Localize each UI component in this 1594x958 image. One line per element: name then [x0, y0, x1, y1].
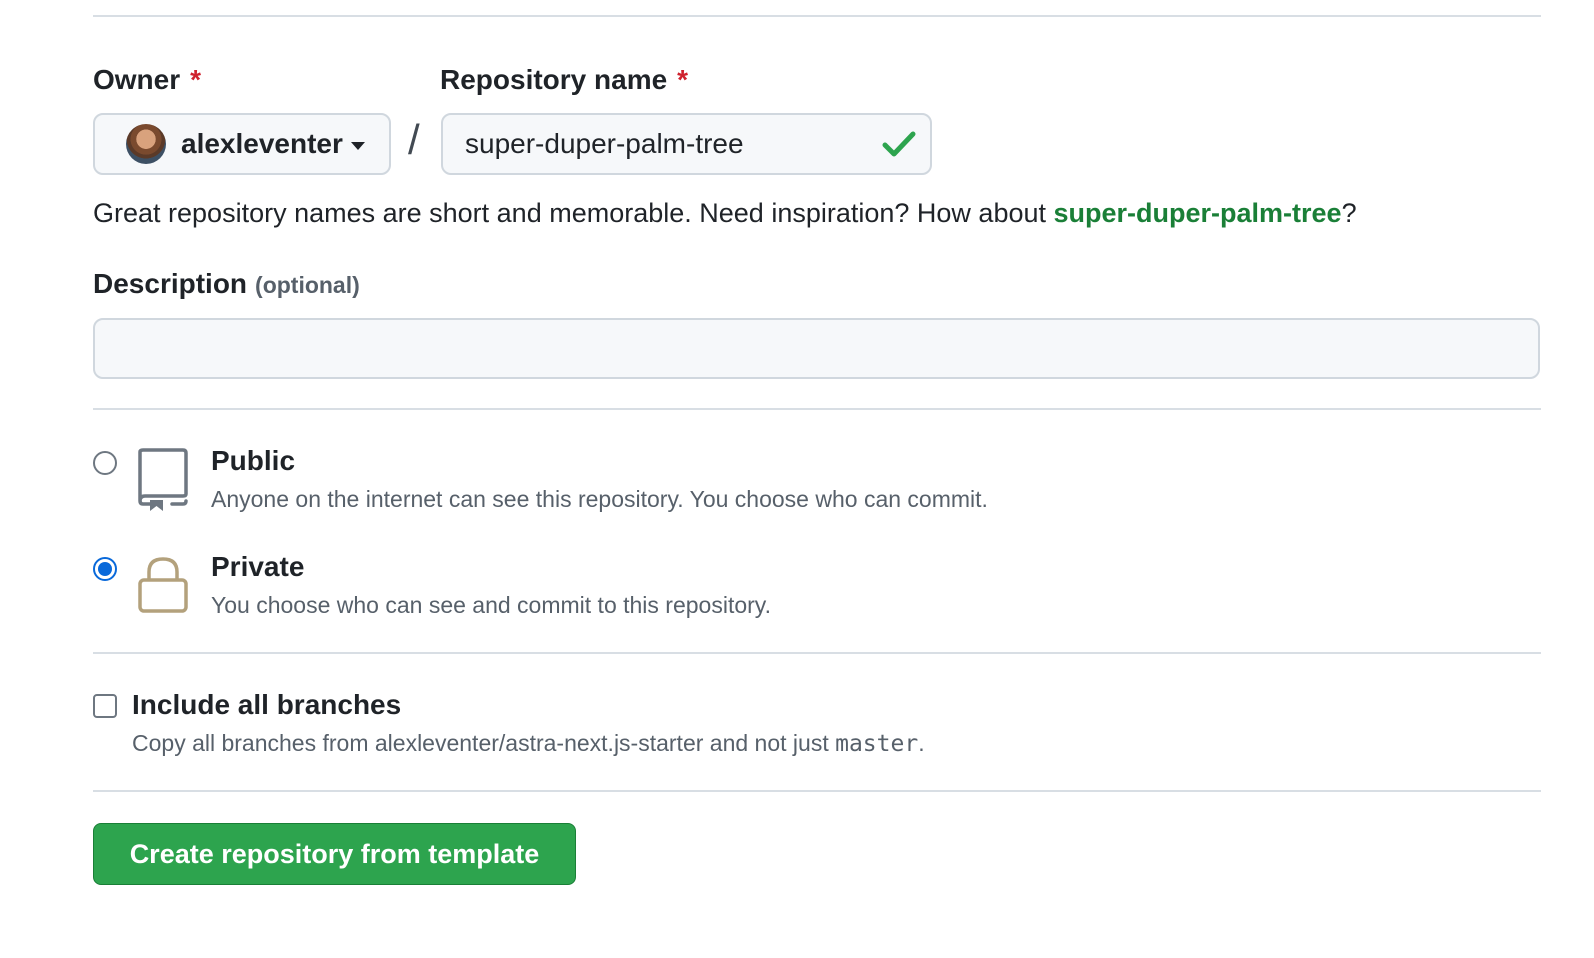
private-radio[interactable]: [93, 557, 117, 581]
top-divider: [93, 15, 1541, 17]
include-all-branches-checkbox[interactable]: [93, 694, 117, 718]
owner-label-text: Owner: [93, 64, 181, 95]
caret-down-icon: [350, 141, 365, 150]
branches-desc-suffix: .: [918, 730, 925, 756]
default-branch-code: master: [835, 731, 919, 757]
suggested-name-link[interactable]: super-duper-palm-tree: [1054, 198, 1342, 228]
public-description: Anyone on the internet can see this repo…: [211, 486, 988, 512]
include-all-branches-description: Copy all branches from alexleventer/astr…: [132, 730, 925, 757]
private-description: You choose who can see and commit to thi…: [211, 592, 771, 618]
create-repository-button[interactable]: Create repository from template: [93, 823, 576, 885]
description-label: Description (optional): [93, 268, 360, 300]
branches-desc-prefix: Copy all branches from alexleventer/astr…: [132, 730, 836, 756]
hint-prefix: Great repository names are short and mem…: [93, 198, 1054, 228]
public-radio[interactable]: [93, 451, 117, 475]
repository-name-hint: Great repository names are short and mem…: [93, 198, 1357, 229]
create-repo-form: Owner * alexleventer / Repository name * G…: [0, 0, 1594, 958]
repository-label-text: Repository name: [440, 64, 668, 95]
owner-required-mark: *: [190, 64, 202, 95]
repo-icon: [138, 448, 188, 511]
hint-suffix: ?: [1341, 198, 1357, 228]
include-all-branches-label: Include all branches: [132, 689, 402, 720]
owner-select-value: alexleventer: [181, 128, 343, 159]
lock-icon: [138, 557, 188, 613]
repository-required-mark: *: [677, 64, 689, 95]
private-title: Private: [211, 551, 305, 582]
description-label-text: Description: [93, 268, 248, 299]
owner-label: Owner *: [93, 64, 201, 96]
description-input[interactable]: [93, 318, 1540, 379]
repository-name-label: Repository name *: [440, 64, 688, 96]
public-title: Public: [211, 445, 296, 476]
branches-divider: [93, 652, 1541, 654]
repository-name-field-wrap: [441, 113, 932, 175]
avatar: [126, 124, 166, 164]
submit-divider: [93, 790, 1541, 792]
owner-select[interactable]: alexleventer: [93, 113, 391, 175]
visibility-divider: [93, 408, 1541, 410]
optional-note: (optional): [255, 272, 360, 298]
repository-name-input[interactable]: [465, 115, 865, 173]
check-icon: [882, 131, 916, 157]
owner-repo-separator: /: [408, 116, 420, 163]
